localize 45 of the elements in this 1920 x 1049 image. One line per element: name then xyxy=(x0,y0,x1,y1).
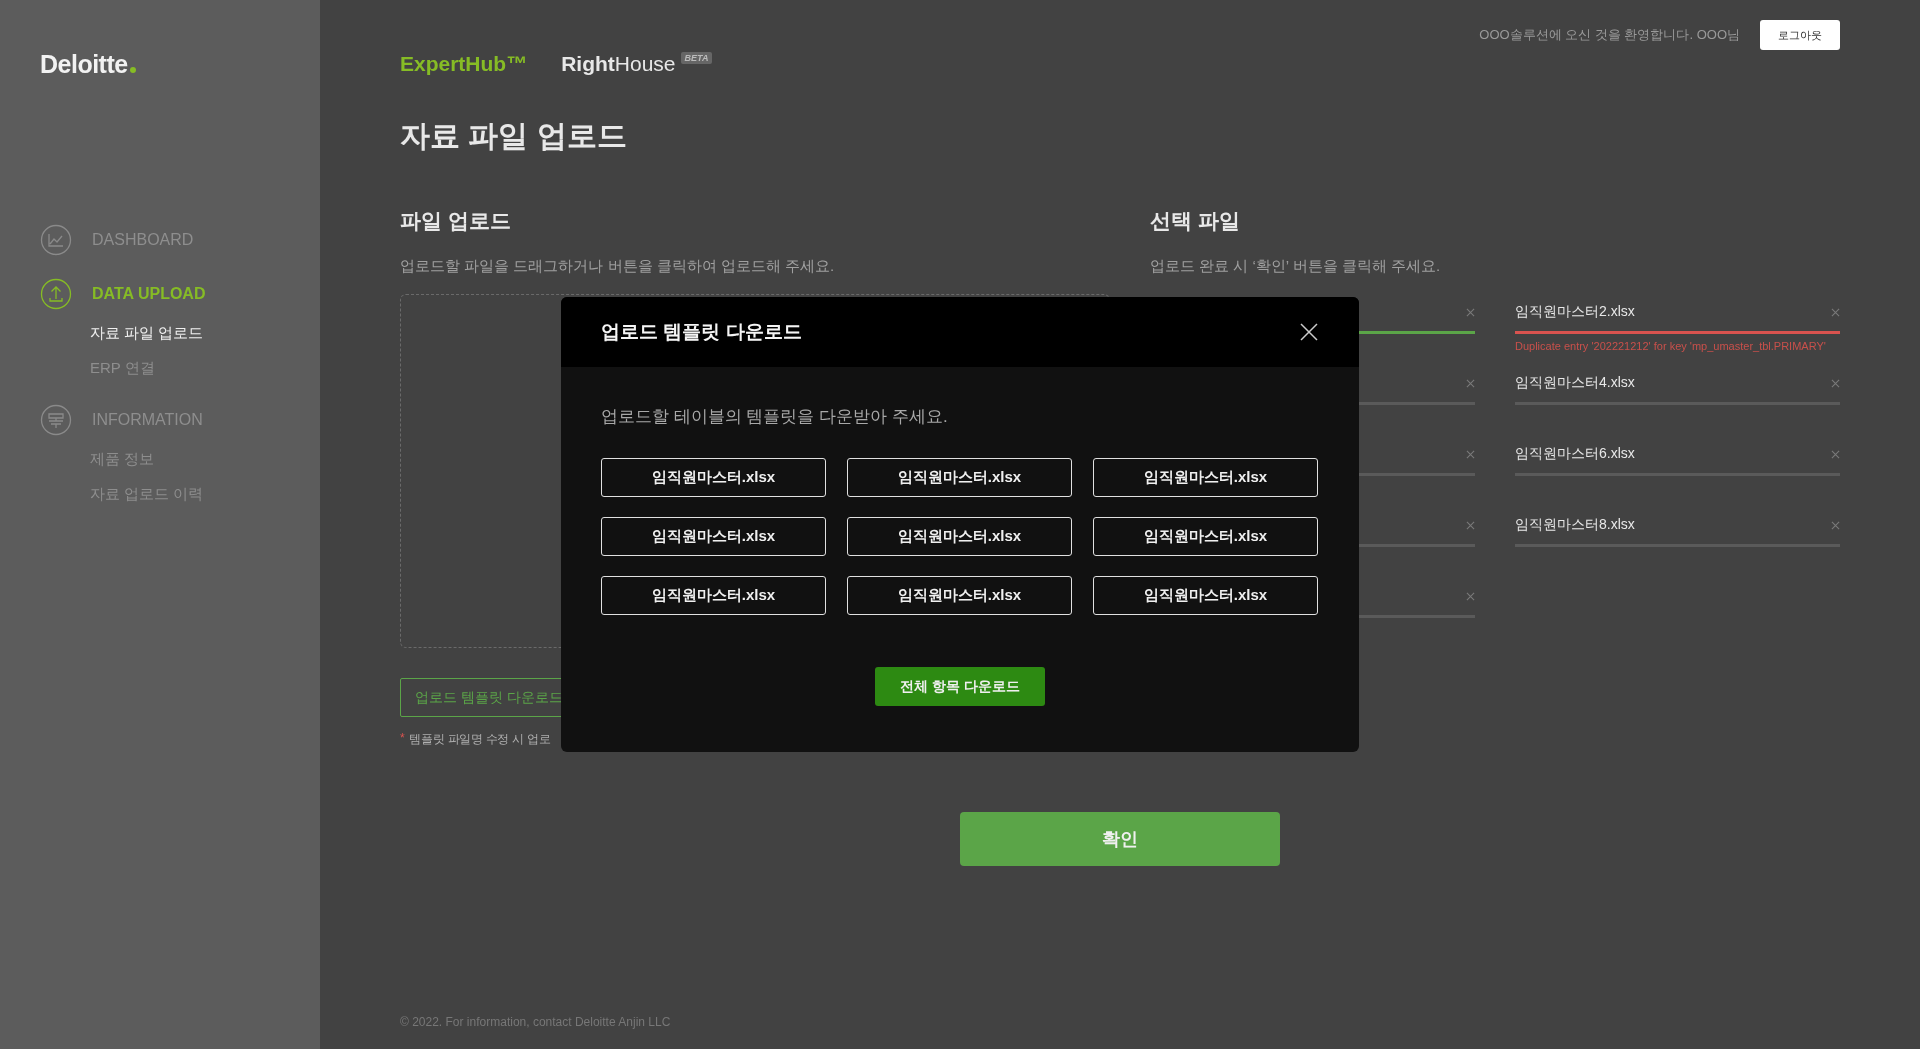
error-message: Duplicate entry '202221212' for key 'mp_umaster_tbl.PRIMARY' xyxy=(1515,340,1827,353)
template-file-button[interactable]: 임직원마스터.xlsx xyxy=(847,576,1072,615)
modal-title: 업로드 템플릿 다운로드 xyxy=(601,320,802,344)
nav-subitem[interactable]: 자료 파일 업로드 xyxy=(90,324,320,343)
section-title: 파일 업로드 xyxy=(400,208,512,234)
template-file-button[interactable]: 임직원마스터.xlsx xyxy=(601,517,826,556)
welcome-text: OOO솔루션에 오신 것을 환영합니다. OOO님 xyxy=(1479,26,1740,44)
chart-icon xyxy=(40,224,72,256)
template-file-button[interactable]: 임직원마스터.xlsx xyxy=(1093,576,1318,615)
template-file-button[interactable]: 임직원마스터.xlsx xyxy=(847,458,1072,497)
logo: Deloitte xyxy=(40,50,128,79)
logo-dot xyxy=(129,67,136,73)
file-name: 임직원마스터2.xlsx xyxy=(1515,303,1635,321)
template-file-button[interactable]: 임직원마스터.xlsx xyxy=(1093,458,1318,497)
template-file-button[interactable]: 임직원마스터.xlsx xyxy=(601,576,826,615)
template-file-button[interactable]: 임직원마스터.xlsx xyxy=(847,517,1072,556)
close-icon[interactable] xyxy=(1466,591,1475,601)
required-mark: * xyxy=(400,731,405,747)
section-title: 선택 파일 xyxy=(1150,208,1241,234)
close-icon[interactable] xyxy=(1831,307,1840,317)
close-icon[interactable] xyxy=(1466,449,1475,459)
template-file-button[interactable]: 임직원마스터.xlsx xyxy=(601,458,826,497)
template-file-button[interactable]: 임직원마스터.xlsx xyxy=(1093,517,1318,556)
close-button[interactable] xyxy=(1299,322,1319,342)
close-icon[interactable] xyxy=(1831,520,1840,530)
file-name: 임직원마스터4.xlsx xyxy=(1515,374,1635,392)
file-name: 임직원마스터6.xlsx xyxy=(1515,445,1635,463)
brand-link[interactable]: ExpertHub™ xyxy=(400,52,528,76)
brand-link[interactable]: RightHouse xyxy=(561,52,676,76)
close-icon[interactable] xyxy=(1466,520,1475,530)
note-text: 템플릿 파일명 수정 시 업로 xyxy=(409,731,551,748)
section-description: 업로드 완료 시 ‘확인’ 버튼을 클릭해 주세요. xyxy=(1150,257,1442,276)
section-description: 업로드할 파일을 드래그하거나 버튼을 클릭하여 업로드해 주세요. xyxy=(400,257,836,276)
close-icon[interactable] xyxy=(1831,449,1840,459)
beta-badge: BETA xyxy=(680,52,713,64)
download-all-button[interactable]: 전체 항목 다운로드 xyxy=(875,667,1045,706)
close-icon[interactable] xyxy=(1831,378,1840,388)
close-icon[interactable] xyxy=(1466,378,1475,388)
page-title: 자료 파일 업로드 xyxy=(400,118,628,154)
modal-description: 업로드할 테이블의 템플릿을 다운받아 주세요. xyxy=(601,406,949,428)
upload-icon xyxy=(40,278,72,310)
close-icon[interactable] xyxy=(1466,307,1475,317)
signpost-icon xyxy=(40,404,72,436)
file-name: 임직원마스터8.xlsx xyxy=(1515,516,1635,534)
logout-button[interactable]: 로그아웃 xyxy=(1760,20,1840,50)
